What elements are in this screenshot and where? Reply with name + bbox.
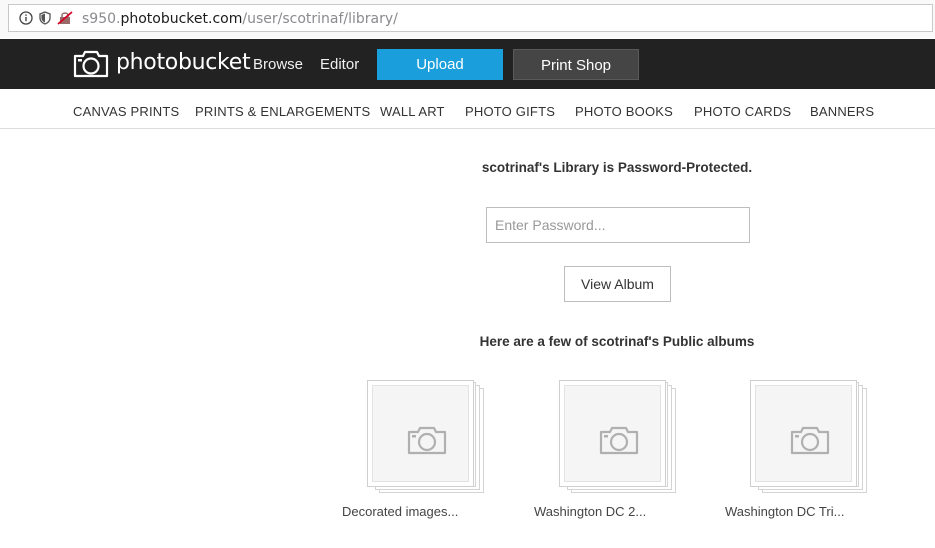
album-cover[interactable] <box>367 380 474 487</box>
camera-placeholder-icon <box>407 425 447 460</box>
photobucket-camera-logo-icon[interactable] <box>73 50 109 83</box>
print-shop-button[interactable]: Print Shop <box>513 49 639 80</box>
subnav-wall-art[interactable]: WALL ART <box>380 104 445 119</box>
album-thumbnail <box>372 385 469 482</box>
subnav-photo-cards[interactable]: PHOTO CARDS <box>694 104 791 119</box>
subnav-photo-books[interactable]: PHOTO BOOKS <box>575 104 673 119</box>
tracking-shield-icon[interactable] <box>39 11 51 30</box>
album-title[interactable]: Decorated images... <box>342 504 458 519</box>
album-cover[interactable] <box>750 380 857 487</box>
subnav-prints-enlargements[interactable]: PRINTS & ENLARGEMENTS <box>195 104 370 119</box>
nav-editor-link[interactable]: Editor <box>320 56 359 73</box>
camera-placeholder-icon <box>790 425 830 460</box>
password-protected-heading: scotrinaf's Library is Password-Protecte… <box>481 160 753 175</box>
logo-text[interactable]: photobucket <box>116 50 251 75</box>
browser-toolbar: s950.photobucket.com/user/scotrinaf/libr… <box>0 0 935 38</box>
album-cover[interactable] <box>559 380 666 487</box>
view-album-button[interactable]: View Album <box>564 266 671 302</box>
upload-button[interactable]: Upload <box>377 49 503 80</box>
insecure-connection-icon[interactable] <box>57 11 73 30</box>
subnav-canvas-prints[interactable]: CANVAS PRINTS <box>73 104 179 119</box>
password-input[interactable] <box>486 207 750 243</box>
album-stack[interactable] <box>750 380 870 500</box>
subnav-photo-gifts[interactable]: PHOTO GIFTS <box>465 104 555 119</box>
camera-placeholder-icon <box>599 425 639 460</box>
subnav-banners[interactable]: BANNERS <box>810 104 874 119</box>
address-bar[interactable]: s950.photobucket.com/user/scotrinaf/libr… <box>8 4 933 32</box>
url-text[interactable]: s950.photobucket.com/user/scotrinaf/libr… <box>82 11 398 27</box>
album-stack[interactable] <box>367 380 487 500</box>
info-icon[interactable] <box>19 11 33 30</box>
public-albums-heading: Here are a few of scotrinaf's Public alb… <box>479 334 755 349</box>
album-title[interactable]: Washington DC 2... <box>534 504 646 519</box>
album-title[interactable]: Washington DC Tri... <box>725 504 844 519</box>
product-subnav: CANVAS PRINTS PRINTS & ENLARGEMENTS WALL… <box>0 89 935 129</box>
nav-browse-link[interactable]: Browse <box>253 56 303 73</box>
album-thumbnail <box>755 385 852 482</box>
album-stack[interactable] <box>559 380 679 500</box>
album-thumbnail <box>564 385 661 482</box>
